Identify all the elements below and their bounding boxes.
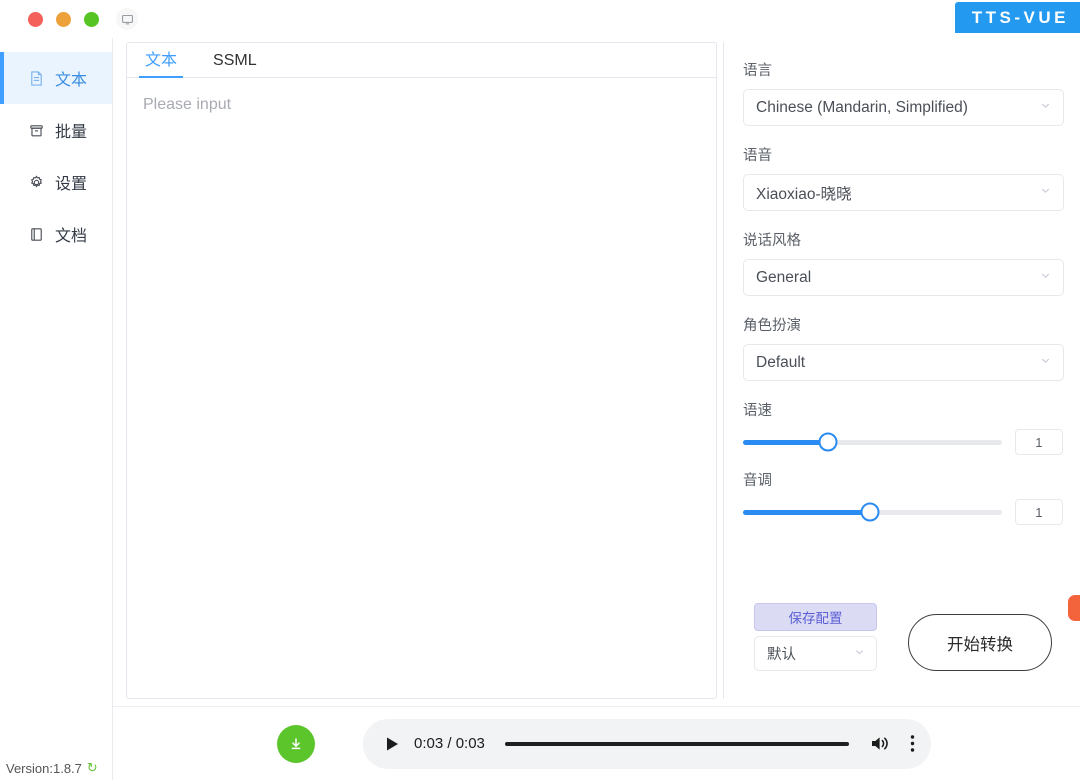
role-label: 角色扮演 bbox=[743, 318, 801, 334]
rate-slider-thumb[interactable] bbox=[818, 432, 838, 452]
close-window-button[interactable] bbox=[28, 11, 43, 27]
rate-slider[interactable] bbox=[743, 432, 1002, 452]
pitch-group: 音调 1 bbox=[743, 469, 1063, 525]
maximize-window-button[interactable] bbox=[84, 11, 99, 27]
sidebar-item-docs[interactable]: 文档 bbox=[0, 208, 112, 260]
text-input-area[interactable]: Please input bbox=[127, 78, 716, 132]
window-controls bbox=[0, 11, 99, 27]
monitor-icon[interactable] bbox=[116, 8, 138, 30]
app-window: TTS-VUE 文本 批量 设置 文档 Version:1.8.7 ↻ 文本 S… bbox=[0, 0, 1080, 780]
pitch-label: 音调 bbox=[743, 473, 772, 489]
archive-box-icon bbox=[26, 120, 46, 140]
pitch-slider[interactable] bbox=[743, 502, 1002, 522]
download-button[interactable] bbox=[277, 724, 315, 763]
rate-slider-fill bbox=[743, 439, 829, 445]
language-select[interactable]: Chinese (Mandarin, Simplified) bbox=[743, 89, 1064, 126]
book-icon bbox=[26, 224, 46, 244]
chevron-down-icon bbox=[1039, 99, 1052, 117]
audio-player: 0:03 / 0:03 bbox=[363, 718, 931, 769]
rate-value[interactable]: 1 bbox=[1014, 429, 1063, 455]
role-select[interactable]: Default bbox=[743, 344, 1064, 381]
voice-value: Xiaoxiao-晓晓 bbox=[756, 185, 852, 203]
text-editor-panel: 文本 SSML Please input bbox=[126, 42, 717, 699]
sidebar-item-settings[interactable]: 设置 bbox=[0, 156, 112, 208]
feedback-tab-icon[interactable] bbox=[1068, 595, 1080, 621]
chevron-down-icon bbox=[1039, 184, 1052, 202]
save-config-group: 保存配置 默认 bbox=[754, 603, 877, 671]
sidebar-item-label: 文档 bbox=[55, 228, 88, 245]
play-icon[interactable] bbox=[385, 736, 400, 752]
rate-label: 语速 bbox=[743, 403, 772, 419]
sidebar-item-label: 文本 bbox=[55, 72, 88, 89]
sidebar-item-text[interactable]: 文本 bbox=[0, 52, 112, 104]
style-value: General bbox=[756, 268, 812, 286]
language-label: 语言 bbox=[743, 63, 772, 79]
pitch-slider-fill bbox=[743, 509, 870, 515]
minimize-window-button[interactable] bbox=[56, 11, 71, 27]
sidebar-item-batch[interactable]: 批量 bbox=[0, 104, 112, 156]
pitch-value[interactable]: 1 bbox=[1014, 499, 1063, 525]
version-label: Version:1.8.7 ↻ bbox=[6, 760, 98, 776]
start-convert-button[interactable]: 开始转换 bbox=[908, 614, 1052, 671]
time-display: 0:03 / 0:03 bbox=[414, 735, 485, 752]
save-config-button[interactable]: 保存配置 bbox=[754, 603, 877, 631]
tab-text[interactable]: 文本 bbox=[138, 53, 184, 78]
role-value: Default bbox=[756, 353, 806, 371]
style-select[interactable]: General bbox=[743, 259, 1064, 296]
pitch-slider-thumb[interactable] bbox=[860, 502, 880, 522]
kebab-menu-icon[interactable] bbox=[904, 734, 915, 753]
version-text: Version:1.8.7 bbox=[6, 760, 82, 776]
title-bar: TTS-VUE bbox=[0, 0, 1080, 38]
chevron-down-icon bbox=[1039, 354, 1052, 372]
style-label: 说话风格 bbox=[743, 233, 801, 249]
progress-bar[interactable] bbox=[504, 741, 849, 746]
app-title: TTS-VUE bbox=[954, 2, 1080, 33]
refresh-icon[interactable]: ↻ bbox=[87, 760, 98, 776]
rate-group: 语速 1 bbox=[743, 399, 1063, 455]
text-input-placeholder: Please input bbox=[143, 96, 232, 113]
chevron-down-icon bbox=[853, 645, 866, 662]
sidebar: 文本 批量 设置 文档 Version:1.8.7 ↻ bbox=[0, 38, 113, 780]
chevron-down-icon bbox=[1039, 269, 1052, 287]
sidebar-item-label: 批量 bbox=[55, 124, 88, 141]
sidebar-item-label: 设置 bbox=[55, 176, 88, 193]
preset-value: 默认 bbox=[767, 647, 796, 663]
language-value: Chinese (Mandarin, Simplified) bbox=[756, 98, 968, 116]
voice-select[interactable]: Xiaoxiao-晓晓 bbox=[743, 174, 1064, 211]
editor-tabs: 文本 SSML bbox=[127, 43, 716, 78]
player-bar: 0:03 / 0:03 bbox=[113, 706, 1080, 780]
preset-select[interactable]: 默认 bbox=[754, 636, 877, 671]
settings-panel: 语言 Chinese (Mandarin, Simplified) 语音 Xia… bbox=[723, 42, 1080, 699]
document-icon bbox=[26, 68, 46, 88]
action-bar: 保存配置 默认 开始转换 bbox=[754, 603, 1074, 671]
gear-icon bbox=[26, 172, 46, 192]
voice-label: 语音 bbox=[743, 148, 772, 164]
tab-ssml[interactable]: SSML bbox=[213, 53, 257, 77]
volume-icon[interactable] bbox=[869, 734, 890, 753]
